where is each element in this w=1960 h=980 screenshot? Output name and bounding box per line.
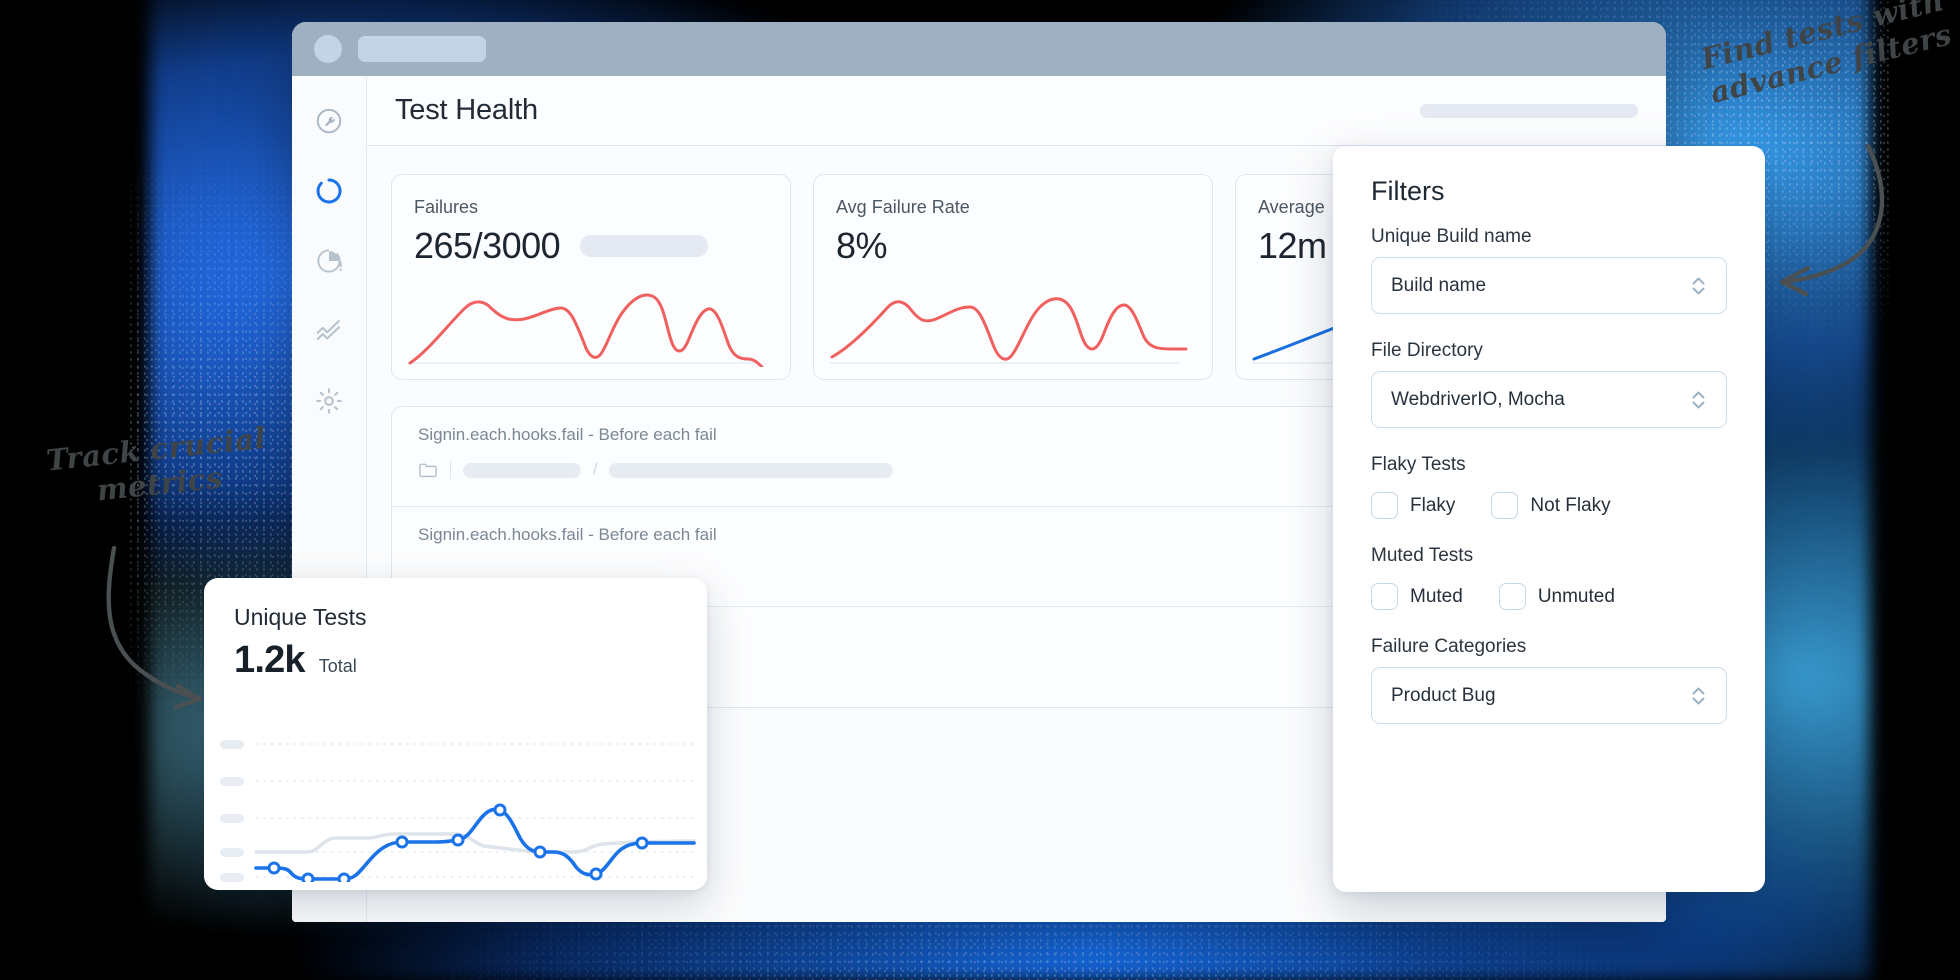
sidebar-item-wrench[interactable] bbox=[314, 106, 344, 136]
file-directory-value: WebdriverIO, Mocha bbox=[1391, 388, 1565, 410]
page-title: Test Health bbox=[395, 94, 538, 126]
window-titlebar bbox=[292, 22, 1666, 76]
failure-categories-value: Product Bug bbox=[1391, 684, 1496, 706]
checkbox-unmuted[interactable]: Unmuted bbox=[1498, 583, 1615, 610]
metric-value: 8% bbox=[836, 225, 888, 266]
checkbox-not-flaky[interactable]: Not Flaky bbox=[1491, 492, 1611, 519]
filter-group-flaky-tests: Flaky Tests Flaky Not Flaky bbox=[1371, 454, 1727, 519]
checkbox-box[interactable] bbox=[1371, 583, 1398, 610]
failure-categories-select[interactable]: Product Bug bbox=[1371, 667, 1727, 724]
checkbox-label: Unmuted bbox=[1537, 585, 1615, 607]
window-dot-icon bbox=[314, 35, 342, 63]
chevron-updown-icon bbox=[1692, 277, 1705, 294]
metric-value: 265/3000 bbox=[414, 225, 561, 266]
sidebar-item-settings[interactable] bbox=[314, 386, 344, 416]
metric-label: Failures bbox=[414, 197, 479, 217]
metric-card-failures: Failures 265/3000 bbox=[391, 174, 791, 380]
address-bar-placeholder[interactable] bbox=[358, 36, 486, 62]
filter-label: Failure Categories bbox=[1371, 636, 1527, 657]
y-tick-skeletons bbox=[220, 740, 244, 882]
filter-group-file-directory: File Directory WebdriverIO, Mocha bbox=[1371, 340, 1727, 428]
meta-skeleton bbox=[609, 462, 894, 478]
sparkline-failures bbox=[408, 293, 764, 367]
checkbox-box[interactable] bbox=[1498, 583, 1526, 610]
meta-skeleton bbox=[463, 462, 581, 478]
meta-divider bbox=[450, 461, 451, 479]
metric-card-avg-failure-rate: Avg Failure Rate 8% bbox=[813, 174, 1213, 380]
build-name-value: Build name bbox=[1391, 274, 1487, 296]
checkbox-box[interactable] bbox=[1371, 492, 1398, 519]
unique-tests-chart bbox=[220, 740, 696, 882]
filter-label: Unique Build name bbox=[1371, 226, 1532, 247]
unique-tests-title: Unique Tests bbox=[234, 604, 367, 630]
sidebar-item-analytics[interactable] bbox=[314, 316, 344, 346]
checkbox-label: Flaky bbox=[1410, 494, 1456, 516]
filters-title: Filters bbox=[1371, 176, 1445, 206]
metric-label: Avg Failure Rate bbox=[836, 197, 970, 217]
filter-label: Muted Tests bbox=[1371, 545, 1474, 566]
checkbox-muted[interactable]: Muted bbox=[1371, 583, 1463, 610]
meta-slash: / bbox=[593, 461, 598, 478]
build-name-select[interactable]: Build name bbox=[1371, 257, 1727, 314]
chevron-updown-icon bbox=[1692, 687, 1705, 704]
filter-group-unique-build-name: Unique Build name Build name bbox=[1371, 226, 1727, 314]
sparkline-avg-failure-rate bbox=[830, 297, 1188, 364]
checkbox-label: Muted bbox=[1410, 585, 1463, 607]
unique-tests-card: Unique Tests 1.2k Total bbox=[204, 578, 707, 890]
file-directory-select[interactable]: WebdriverIO, Mocha bbox=[1371, 371, 1727, 428]
filter-group-muted-tests: Muted Tests Muted Unmuted bbox=[1371, 545, 1727, 610]
folder-icon bbox=[419, 463, 437, 478]
metric-value: 12m bbox=[1258, 225, 1327, 266]
checkbox-label: Not Flaky bbox=[1530, 494, 1611, 516]
checkbox-box[interactable] bbox=[1491, 492, 1519, 519]
filter-group-failure-categories: Failure Categories Product Bug bbox=[1371, 636, 1727, 724]
sidebar-item-pie-alert[interactable] bbox=[314, 246, 344, 276]
filters-panel: Filters Unique Build name Build name Fil… bbox=[1333, 146, 1765, 892]
page-header: Test Health bbox=[367, 76, 1666, 146]
screenshot-root: Test Health Failures 265/3000 Avg Failur… bbox=[0, 0, 1960, 980]
chevron-updown-icon bbox=[1692, 391, 1705, 408]
filter-label: Flaky Tests bbox=[1371, 454, 1466, 475]
unique-tests-value: 1.2k bbox=[234, 639, 306, 681]
unique-tests-unit: Total bbox=[318, 656, 357, 676]
metric-skeleton bbox=[580, 235, 709, 257]
filter-label: File Directory bbox=[1371, 340, 1483, 361]
header-skeleton bbox=[1420, 103, 1638, 118]
sidebar-item-loading[interactable] bbox=[314, 176, 344, 206]
checkbox-flaky[interactable]: Flaky bbox=[1371, 492, 1455, 519]
